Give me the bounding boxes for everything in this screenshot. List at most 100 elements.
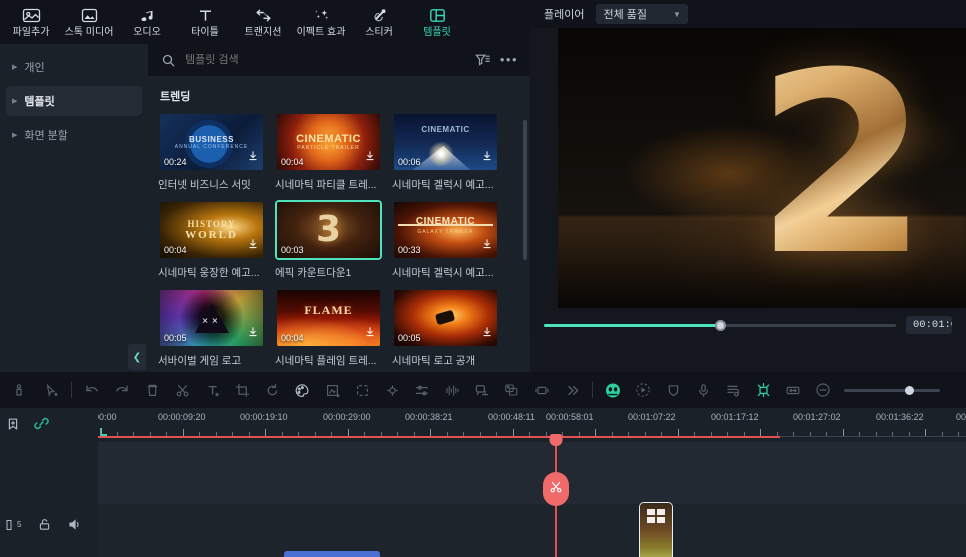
template-thumbnail: BUSINESS ANNUAL CONFERENCE 00:24: [158, 112, 265, 172]
seek-slider[interactable]: [544, 319, 896, 331]
speaker-icon[interactable]: [68, 518, 82, 531]
lock-open-icon[interactable]: [38, 518, 51, 531]
toolbar-item-templates[interactable]: 템플릿: [408, 0, 466, 44]
template-card-selected[interactable]: 3 00:03 에픽 카운트다운1: [275, 200, 382, 280]
scene-detect-icon[interactable]: [527, 375, 557, 405]
sidebar-item-templates[interactable]: ▶ 템플릿: [6, 86, 142, 116]
toolbar-item-stickers[interactable]: 스티커: [350, 0, 408, 44]
toolbar-item-transitions[interactable]: 트랜지션: [234, 0, 292, 44]
ruler-tick: [199, 432, 200, 436]
download-icon[interactable]: [481, 325, 493, 343]
playhead[interactable]: [542, 434, 569, 557]
trash-icon[interactable]: [137, 375, 167, 405]
auto-caption-icon[interactable]: [467, 375, 497, 405]
timeline-clip[interactable]: VOTE: [639, 502, 673, 557]
download-icon[interactable]: [364, 325, 376, 343]
add-marker-icon[interactable]: [6, 417, 20, 431]
ruler-tick: [364, 432, 365, 436]
template-card[interactable]: FLAME 00:04 시네마틱 플레임 트레...: [275, 288, 382, 368]
rotate-icon[interactable]: [257, 375, 287, 405]
filter-icon[interactable]: [475, 53, 490, 67]
download-icon[interactable]: [481, 237, 493, 255]
search-input[interactable]: [185, 54, 465, 66]
crop-icon[interactable]: [227, 375, 257, 405]
more-options-icon[interactable]: •••: [500, 53, 518, 66]
ruler-label: 00:00:29:00: [323, 412, 371, 422]
template-card[interactable]: CINEMATIC 00:06 시네마틱 겔럭시 예고...: [392, 112, 499, 192]
toolbar-item-stock-media[interactable]: 스톡 미디어: [60, 0, 118, 44]
ai-portrait-icon[interactable]: [598, 375, 628, 405]
fit-width-icon[interactable]: [778, 375, 808, 405]
audio-mix-icon[interactable]: [718, 375, 748, 405]
mask-icon[interactable]: [317, 375, 347, 405]
timeline-zoom-slider[interactable]: [844, 385, 940, 395]
ruler-tick: [512, 429, 514, 436]
chevrons-right-icon[interactable]: [557, 375, 587, 405]
download-icon[interactable]: [481, 149, 493, 167]
toolbar-item-effects[interactable]: 이펙트 효과: [292, 0, 350, 44]
horizontal-scrollbar[interactable]: [284, 551, 380, 557]
template-card[interactable]: ✕✕ 00:05 서바이벌 게임 로고: [158, 288, 265, 368]
timeline-ruler[interactable]: 00:00 00:00:09:20 00:00:19:10 00:00:29:0…: [98, 408, 966, 442]
cursor-select-icon[interactable]: [36, 375, 66, 405]
toolbar-item-titles[interactable]: 타이틀: [176, 0, 234, 44]
template-card[interactable]: BUSINESS ANNUAL CONFERENCE 00:24 인터넷 비즈니…: [158, 112, 265, 192]
toolbar-item-media-add[interactable]: 파일추가: [2, 0, 60, 44]
template-thumbnail: 3 00:03: [275, 200, 382, 260]
ruler-label: 00:00:48:11: [488, 412, 535, 422]
template-card[interactable]: HISTORY WORLD 00:04 시네마틱 웅장한 예고...: [158, 200, 265, 280]
ruler-range-indicator: [98, 436, 780, 438]
track-row-video[interactable]: [98, 442, 966, 504]
playhead-top-handle[interactable]: [549, 434, 563, 446]
toolbar-item-audio[interactable]: 오디오: [118, 0, 176, 44]
zoom-slider-handle[interactable]: [905, 385, 915, 395]
keyframe-icon[interactable]: [347, 375, 377, 405]
template-card[interactable]: 00:05 시네마틱 로고 공개: [392, 288, 499, 368]
audio-wave-icon[interactable]: [437, 375, 467, 405]
seek-handle[interactable]: [715, 319, 726, 331]
sidebar-item-split-screen[interactable]: ▶ 화면 분할: [6, 120, 142, 150]
speed-icon[interactable]: [377, 375, 407, 405]
download-icon[interactable]: [364, 149, 376, 167]
marker-icon[interactable]: [6, 375, 36, 405]
template-browser: ••• 트렌딩 BUSINESS ANNUAL CONFERENCE: [148, 44, 530, 372]
sticker-overlay-icon[interactable]: [497, 375, 527, 405]
section-title: 트렌딩: [160, 91, 191, 103]
green-screen-icon[interactable]: [748, 375, 778, 405]
template-card[interactable]: CINEMATIC PARTICLE TRAILER 00:04 시네마틱 파티…: [275, 112, 382, 192]
track-row-secondary[interactable]: [98, 504, 966, 557]
ruler-tick: [463, 432, 464, 436]
thumb-title: CINEMATIC: [421, 125, 470, 134]
redo-icon[interactable]: [107, 375, 137, 405]
toolbar-item-label: 타이틀: [191, 26, 219, 38]
download-icon[interactable]: [247, 325, 259, 343]
zoom-out-icon[interactable]: [808, 375, 838, 405]
adjust-sliders-icon[interactable]: [407, 375, 437, 405]
quality-select[interactable]: 전체 품질 ▼: [596, 4, 688, 24]
ruler-tick: [760, 429, 761, 436]
panel-collapse-button[interactable]: ❮: [128, 344, 146, 370]
ruler-tick: [182, 429, 184, 436]
in-point-marker: [100, 428, 107, 436]
link-icon[interactable]: [34, 416, 49, 431]
player-seek-row: 00:01:0: [530, 312, 966, 338]
ruler-tick: [925, 429, 926, 436]
download-icon[interactable]: [247, 237, 259, 255]
text-tool-icon[interactable]: [197, 375, 227, 405]
toolbar-item-label: 스톡 미디어: [64, 26, 114, 38]
download-icon[interactable]: [247, 149, 259, 167]
scissors-icon[interactable]: [167, 375, 197, 405]
sidebar-item-label: 개인: [24, 62, 45, 74]
microphone-icon[interactable]: [688, 375, 718, 405]
undo-icon[interactable]: [77, 375, 107, 405]
preview-stage[interactable]: 2 2: [558, 28, 966, 308]
template-card[interactable]: CINEMATIC GALAXY TRAILER 00:33 시네마틱 겔럭시 …: [392, 200, 499, 280]
playhead-split-button[interactable]: [542, 472, 569, 506]
ruler-tick: [331, 432, 332, 436]
shield-icon[interactable]: [658, 375, 688, 405]
browser-scrollbar[interactable]: [523, 120, 527, 260]
sidebar-item-personal[interactable]: ▶ 개인: [6, 52, 142, 82]
motion-track-icon[interactable]: [628, 375, 658, 405]
ruler-tick: [496, 432, 497, 436]
palette-icon[interactable]: [287, 375, 317, 405]
